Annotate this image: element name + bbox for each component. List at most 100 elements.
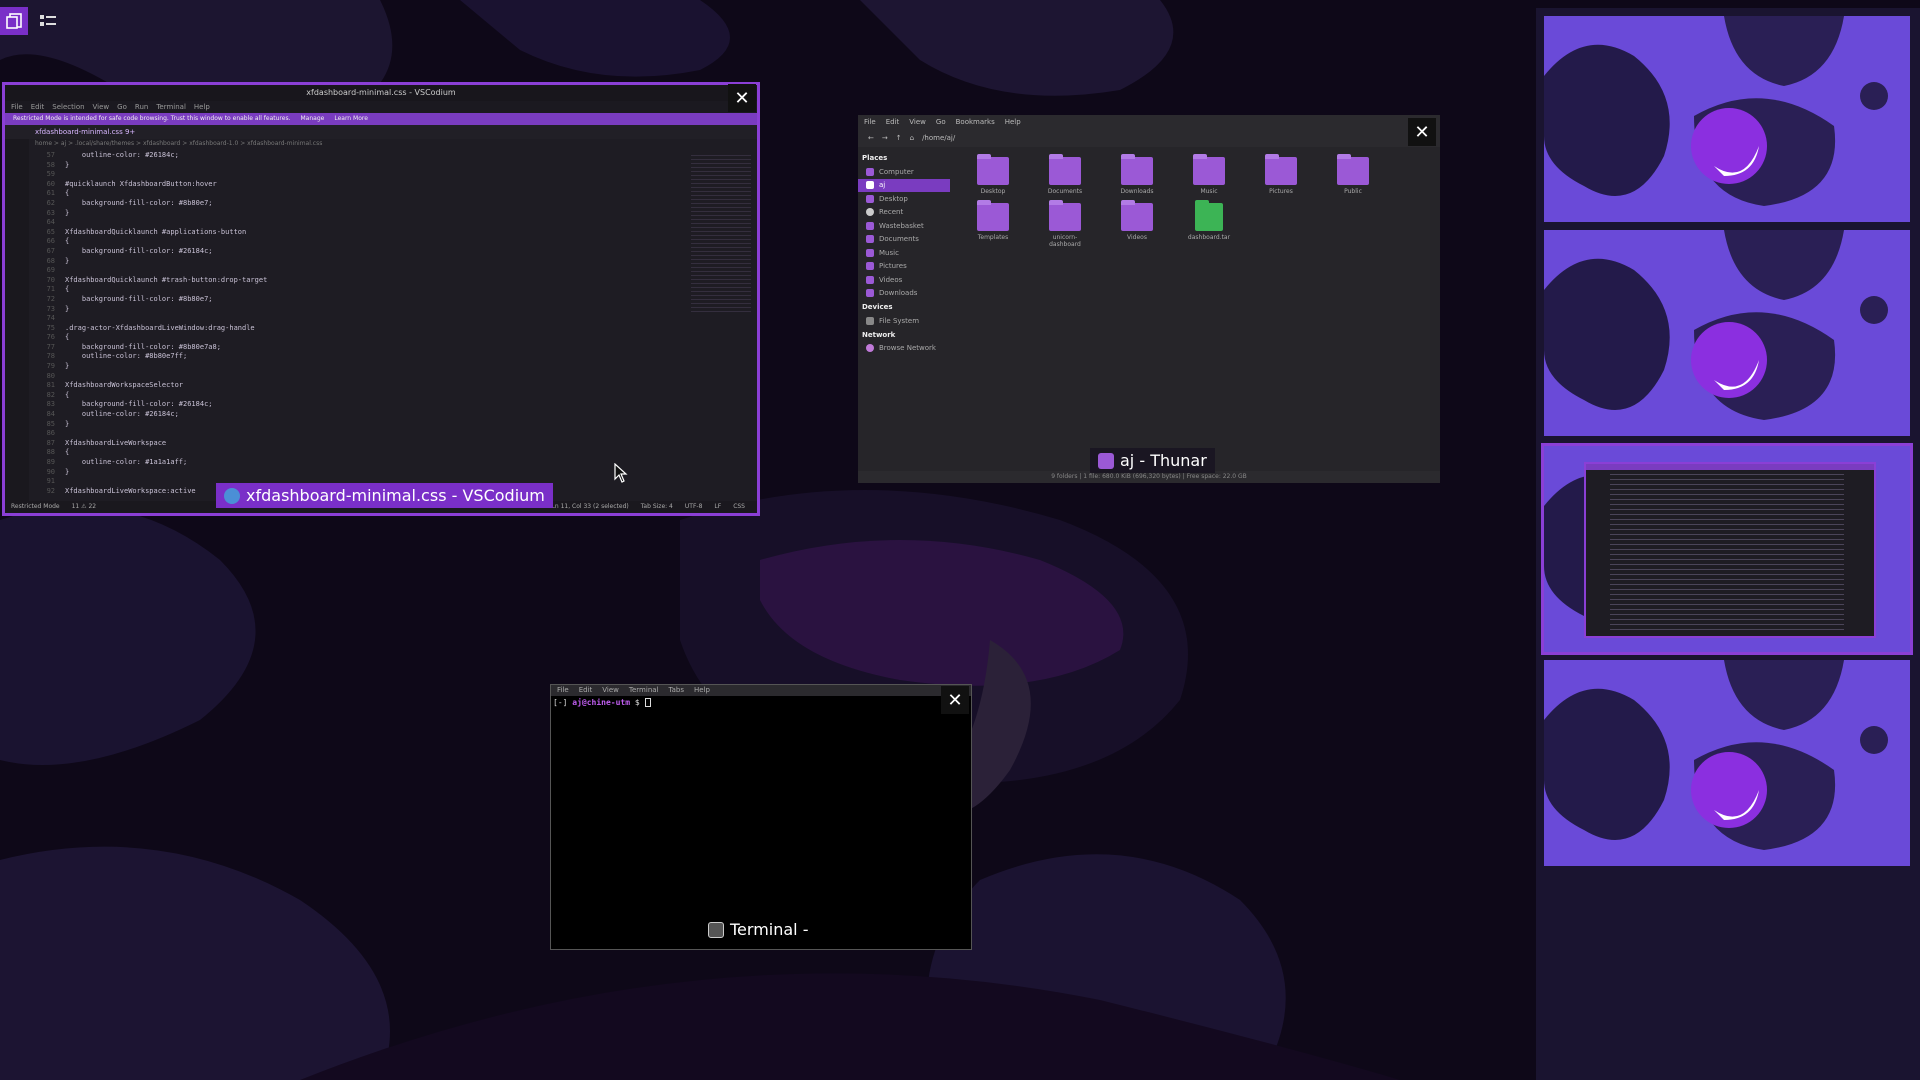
- menu-item[interactable]: Edit: [579, 685, 593, 696]
- code-line[interactable]: 80: [31, 372, 687, 382]
- code-line[interactable]: 89 outline-color: #1a1a1aff;: [31, 458, 687, 468]
- code-line[interactable]: 60 #quicklaunch XfdashboardButton:hover: [31, 180, 687, 190]
- file-item[interactable]: Music: [1184, 154, 1234, 195]
- learn-more-link[interactable]: Learn More: [334, 113, 368, 125]
- menu-item[interactable]: Selection: [52, 101, 84, 113]
- code-line[interactable]: 88 {: [31, 448, 687, 458]
- menu-item[interactable]: Run: [135, 101, 148, 113]
- place-music[interactable]: Music: [858, 246, 950, 260]
- code-line[interactable]: 90}: [31, 468, 687, 478]
- code-line[interactable]: 75 .drag-actor-XfdashboardLiveWindow:drag…: [31, 324, 687, 334]
- code-line[interactable]: 72 background-fill-color: #8b80e7;: [31, 295, 687, 305]
- terminal-caption[interactable]: Terminal -: [700, 917, 816, 942]
- menu-item[interactable]: View: [602, 685, 619, 696]
- menu-item[interactable]: File: [11, 101, 23, 113]
- status-eol[interactable]: LF: [714, 501, 721, 513]
- terminal-output[interactable]: [-] aj@chine-utm $: [551, 696, 971, 709]
- menu-item[interactable]: Edit: [31, 101, 45, 113]
- status-tab-size[interactable]: Tab Size: 4: [641, 501, 673, 513]
- code-line[interactable]: 87 XfdashboardLiveWorkspace: [31, 439, 687, 449]
- code-line[interactable]: 58}: [31, 161, 687, 171]
- place-desktop[interactable]: Desktop: [858, 192, 950, 206]
- location-path[interactable]: /home/aj/: [922, 129, 955, 147]
- file-item[interactable]: Templates: [968, 200, 1018, 248]
- vscodium-window[interactable]: xfdashboard-minimal.css - VSCodium File …: [2, 82, 760, 516]
- home-icon[interactable]: ⌂: [910, 129, 914, 147]
- apps-view-button[interactable]: [34, 7, 62, 35]
- code-line[interactable]: 79}: [31, 362, 687, 372]
- file-item[interactable]: Public: [1328, 154, 1378, 195]
- menu-item[interactable]: File: [864, 115, 876, 129]
- activity-bar[interactable]: [5, 139, 29, 501]
- menu-item[interactable]: View: [93, 101, 110, 113]
- code-line[interactable]: 76 {: [31, 333, 687, 343]
- forward-icon[interactable]: →: [882, 129, 888, 147]
- file-item[interactable]: unicorn-dashboard: [1040, 200, 1090, 248]
- status-position[interactable]: Ln 11, Col 33 (2 selected): [552, 501, 629, 513]
- status-encoding[interactable]: UTF-8: [685, 501, 703, 513]
- status-problems[interactable]: 11 ⚠ 22: [72, 501, 96, 513]
- code-line[interactable]: 65 XfdashboardQuicklaunch #applications-b…: [31, 228, 687, 238]
- code-line[interactable]: 61 {: [31, 189, 687, 199]
- code-line[interactable]: 70 XfdashboardQuicklaunch #trash-button:d…: [31, 276, 687, 286]
- code-line[interactable]: 68}: [31, 257, 687, 267]
- terminal-window[interactable]: File Edit View Terminal Tabs Help [-] aj…: [550, 684, 972, 950]
- menu-item[interactable]: Tabs: [669, 685, 685, 696]
- close-vscodium-button[interactable]: ✕: [728, 84, 756, 112]
- code-line[interactable]: 84 outline-color: #26184c;: [31, 410, 687, 420]
- menu-item[interactable]: Terminal: [629, 685, 659, 696]
- menu-item[interactable]: Go: [936, 115, 946, 129]
- status-mode[interactable]: Restricted Mode: [11, 501, 60, 513]
- workspace-2[interactable]: [1544, 230, 1910, 436]
- place-documents[interactable]: Documents: [858, 233, 950, 247]
- back-icon[interactable]: ←: [868, 129, 874, 147]
- code-line[interactable]: 69: [31, 266, 687, 276]
- code-line[interactable]: 57 outline-color: #26184c;: [31, 151, 687, 161]
- code-line[interactable]: 74: [31, 314, 687, 324]
- place-pictures[interactable]: Pictures: [858, 260, 950, 274]
- manage-link[interactable]: Manage: [301, 113, 325, 125]
- file-item[interactable]: Desktop: [968, 154, 1018, 195]
- workspace-1[interactable]: [1544, 16, 1910, 222]
- menu-item[interactable]: View: [909, 115, 926, 129]
- place-computer[interactable]: Computer: [858, 165, 950, 179]
- place-wastebasket[interactable]: Wastebasket: [858, 219, 950, 233]
- file-item[interactable]: Pictures: [1256, 154, 1306, 195]
- workspace-4[interactable]: [1544, 660, 1910, 866]
- code-line[interactable]: 77 background-fill-color: #8b80e7a8;: [31, 343, 687, 353]
- vscodium-caption[interactable]: xfdashboard-minimal.css - VSCodium: [216, 483, 553, 508]
- place-home[interactable]: aj: [858, 178, 950, 192]
- code-line[interactable]: 67 background-fill-color: #26184c;: [31, 247, 687, 257]
- browse-network[interactable]: Browse Network: [858, 342, 950, 356]
- code-line[interactable]: 62 background-fill-color: #8b80e7;: [31, 199, 687, 209]
- code-line[interactable]: 64: [31, 218, 687, 228]
- code-line[interactable]: 66 {: [31, 237, 687, 247]
- menu-item[interactable]: Help: [1005, 115, 1021, 129]
- device-filesystem[interactable]: File System: [858, 314, 950, 328]
- menu-item[interactable]: File: [557, 685, 569, 696]
- file-item[interactable]: Documents: [1040, 154, 1090, 195]
- code-line[interactable]: 81 XfdashboardWorkspaceSelector: [31, 381, 687, 391]
- thunar-window[interactable]: File Edit View Go Bookmarks Help ← → ↑ ⌂…: [858, 115, 1440, 483]
- workspace-3-active[interactable]: [1541, 443, 1913, 655]
- code-editor[interactable]: 57 outline-color: #26184c; 58} 59 60 #quickl…: [31, 151, 687, 501]
- windows-view-button[interactable]: [0, 7, 28, 35]
- code-line[interactable]: 59: [31, 170, 687, 180]
- code-line[interactable]: 78 outline-color: #8b80e7ff;: [31, 352, 687, 362]
- place-recent[interactable]: Recent: [858, 206, 950, 220]
- menu-item[interactable]: Help: [694, 685, 710, 696]
- close-thunar-button[interactable]: ✕: [1408, 118, 1436, 146]
- code-line[interactable]: 82 {: [31, 391, 687, 401]
- code-line[interactable]: 63}: [31, 209, 687, 219]
- code-line[interactable]: 86: [31, 429, 687, 439]
- status-language[interactable]: CSS: [733, 501, 757, 513]
- code-line[interactable]: 85}: [31, 420, 687, 430]
- code-line[interactable]: 83 background-fill-color: #26184c;: [31, 400, 687, 410]
- minimap[interactable]: [691, 155, 751, 315]
- menu-item[interactable]: Terminal: [156, 101, 186, 113]
- code-line[interactable]: 73}: [31, 305, 687, 315]
- up-icon[interactable]: ↑: [896, 129, 902, 147]
- file-item[interactable]: Downloads: [1112, 154, 1162, 195]
- place-downloads[interactable]: Downloads: [858, 287, 950, 301]
- place-videos[interactable]: Videos: [858, 273, 950, 287]
